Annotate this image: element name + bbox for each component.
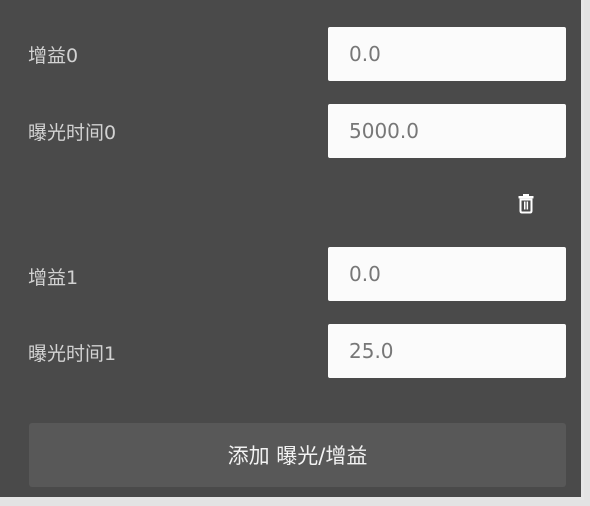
gain-input-0[interactable]: [328, 27, 566, 81]
add-exposure-gain-button[interactable]: 添加 曝光/增益: [29, 423, 566, 487]
gain-label-1: 增益1: [28, 267, 79, 289]
trash-icon[interactable]: [514, 191, 538, 215]
exposure-time-input-1[interactable]: [328, 324, 566, 378]
gain-input-1[interactable]: [328, 247, 566, 301]
exposure-time-input-0[interactable]: [328, 104, 566, 158]
exposure-time-label-0: 曝光时间0: [28, 122, 117, 144]
gain-label-0: 增益0: [28, 45, 79, 67]
exposure-gain-panel: 增益0 曝光时间0 增益1 曝光时间1 添加 曝光/增益: [0, 0, 584, 500]
exposure-time-label-1: 曝光时间1: [28, 343, 117, 365]
